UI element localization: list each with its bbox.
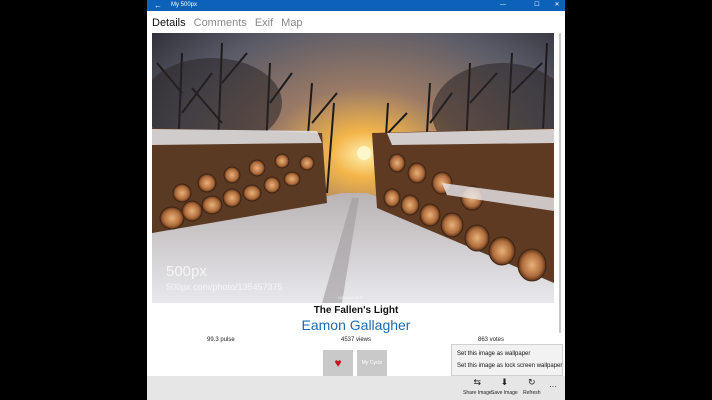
close-button[interactable]: ✕: [546, 0, 565, 11]
refresh-label: Refresh: [523, 390, 541, 396]
save-image-label: Save Image: [491, 390, 518, 396]
more-options-button[interactable]: ···: [549, 382, 557, 391]
heart-icon: ♥: [334, 356, 342, 370]
photo-title: The Fallen's Light: [313, 305, 399, 316]
window-title: My 500px: [171, 2, 198, 8]
photo-image[interactable]: 500px 500px.com/photo/135457375 GALLAGHE…: [152, 33, 554, 303]
maximize-button[interactable]: ☐: [526, 0, 548, 11]
share-image-label: Share Image: [463, 390, 492, 396]
photo-scene: 500px 500px.com/photo/135457375 GALLAGHE…: [152, 33, 554, 303]
minimize-button[interactable]: —: [492, 0, 514, 11]
tab-comments[interactable]: Comments: [194, 17, 247, 29]
scrollbar[interactable]: [559, 33, 561, 333]
watermark-logo: 500px: [166, 263, 207, 280]
tab-exif[interactable]: Exif: [255, 17, 273, 29]
share-image-button[interactable]: ⇆ Share Image: [463, 376, 492, 400]
my-cycle-button[interactable]: My Cycle: [357, 350, 387, 376]
tab-details[interactable]: Details: [152, 17, 186, 29]
app-bar: ⇆ Share Image ⬇ Save Image ↻ Refresh ···: [147, 376, 565, 400]
like-button[interactable]: ♥: [323, 350, 353, 376]
set-wallpaper-menu-item[interactable]: Set this image as wallpaper: [452, 348, 562, 360]
tab-map[interactable]: Map: [281, 17, 302, 29]
views-count: 4537 views: [341, 337, 372, 343]
votes-count: 863 votes: [478, 337, 505, 343]
save-icon: ⬇: [500, 377, 509, 387]
set-lock-screen-menu-item[interactable]: Set this image as lock screen wallpaper: [452, 360, 562, 372]
watermark-url: 500px.com/photo/135457375: [166, 282, 283, 292]
wallpaper-menu: Set this image as wallpaper Set this ima…: [451, 344, 563, 376]
pulse-count: 99.3 pulse: [207, 337, 235, 343]
my-cycle-label: My Cycle: [361, 360, 383, 366]
title-bar: ← My 500px — ☐ ✕: [147, 0, 565, 11]
refresh-icon: ↻: [527, 377, 536, 387]
share-icon: ⇆: [473, 377, 482, 387]
refresh-button[interactable]: ↻ Refresh: [523, 376, 541, 400]
app-window: ← My 500px — ☐ ✕ Details Comments Exif M…: [147, 0, 565, 400]
author-link[interactable]: Eamon Gallagher: [147, 317, 565, 333]
photographer-signature: GALLAGHER: [338, 295, 363, 300]
pivot-tabs: Details Comments Exif Map: [152, 14, 303, 32]
save-image-button[interactable]: ⬇ Save Image: [491, 376, 518, 400]
back-button[interactable]: ←: [151, 0, 165, 11]
